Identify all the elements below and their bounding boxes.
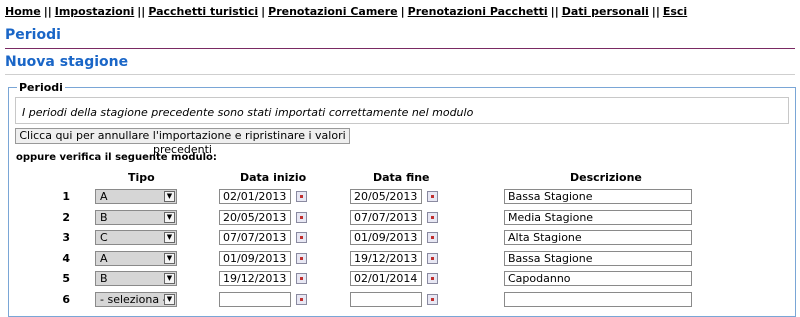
nav-pacchetti-turistici[interactable]: Pacchetti turistici xyxy=(148,5,258,18)
section-title: Nuova stagione xyxy=(5,54,129,70)
fieldset-legend: Periodi xyxy=(17,81,65,94)
nav-dati-personali[interactable]: Dati personali xyxy=(562,5,649,18)
row-number: 1 xyxy=(62,190,70,203)
nav-impostazioni[interactable]: Impostazioni xyxy=(55,5,135,18)
nav-prenotazioni-camere[interactable]: Prenotazioni Camere xyxy=(268,5,397,18)
data-inizio-input[interactable] xyxy=(219,210,291,225)
calendar-icon[interactable] xyxy=(296,273,307,284)
chevron-down-icon: ▼ xyxy=(164,232,175,243)
nav-separator: || xyxy=(137,5,146,18)
calendar-icon[interactable] xyxy=(427,273,438,284)
title-divider xyxy=(5,48,795,49)
tipo-select-value: C xyxy=(100,231,108,244)
row-number: 3 xyxy=(62,231,70,244)
calendar-icon[interactable] xyxy=(296,294,307,305)
column-header-descrizione: Descrizione xyxy=(570,171,642,184)
tipo-select[interactable]: A ▼ xyxy=(95,251,177,266)
tipo-select-value: A xyxy=(100,190,108,203)
data-inizio-input[interactable] xyxy=(219,271,291,286)
calendar-icon[interactable] xyxy=(296,191,307,202)
data-fine-input[interactable] xyxy=(350,292,422,307)
nav-home[interactable]: Home xyxy=(5,5,41,18)
top-navigation: Home || Impostazioni || Pacchetti turistici |… xyxy=(5,5,687,18)
nav-separator: | xyxy=(400,5,405,18)
data-inizio-input[interactable] xyxy=(219,230,291,245)
descrizione-input[interactable] xyxy=(504,271,692,286)
calendar-icon[interactable] xyxy=(427,212,438,223)
tipo-select[interactable]: - seleziona - ▼ xyxy=(95,292,177,307)
chevron-down-icon: ▼ xyxy=(164,294,175,305)
tipo-select-value: B xyxy=(100,211,108,224)
data-inizio-input[interactable] xyxy=(219,251,291,266)
nav-prenotazioni-pacchetti[interactable]: Prenotazioni Pacchetti xyxy=(408,5,548,18)
nav-separator: || xyxy=(43,5,52,18)
calendar-icon[interactable] xyxy=(427,253,438,264)
chevron-down-icon: ▼ xyxy=(164,273,175,284)
data-fine-input[interactable] xyxy=(350,251,422,266)
calendar-icon[interactable] xyxy=(296,253,307,264)
row-number: 5 xyxy=(62,272,70,285)
import-info-message: I periodi della stagione precedente sono… xyxy=(15,97,789,124)
tipo-select-value: - seleziona - xyxy=(100,293,167,306)
descrizione-input[interactable] xyxy=(504,230,692,245)
tipo-select[interactable]: B ▼ xyxy=(95,210,177,225)
chevron-down-icon: ▼ xyxy=(164,253,175,264)
page-title: Periodi xyxy=(5,27,61,43)
calendar-icon[interactable] xyxy=(427,191,438,202)
calendar-icon[interactable] xyxy=(427,294,438,305)
tipo-select[interactable]: C ▼ xyxy=(95,230,177,245)
data-inizio-input[interactable] xyxy=(219,189,291,204)
column-header-tipo: Tipo xyxy=(128,171,155,184)
nav-esci[interactable]: Esci xyxy=(663,5,687,18)
calendar-icon[interactable] xyxy=(296,232,307,243)
nav-separator: | xyxy=(261,5,266,18)
data-inizio-input[interactable] xyxy=(219,292,291,307)
row-number: 2 xyxy=(62,211,70,224)
row-number: 4 xyxy=(62,252,70,265)
verify-label: oppure verifica il seguente modulo: xyxy=(16,152,217,163)
descrizione-input[interactable] xyxy=(504,210,692,225)
calendar-icon[interactable] xyxy=(296,212,307,223)
calendar-icon[interactable] xyxy=(427,232,438,243)
tipo-select-value: B xyxy=(100,272,108,285)
undo-import-button[interactable]: Clicca qui per annullare l'importazione … xyxy=(15,128,350,156)
descrizione-input[interactable] xyxy=(504,292,692,307)
descrizione-input[interactable] xyxy=(504,189,692,204)
tipo-select[interactable]: A ▼ xyxy=(95,189,177,204)
nav-separator: || xyxy=(550,5,559,18)
data-fine-input[interactable] xyxy=(350,210,422,225)
descrizione-input[interactable] xyxy=(504,251,692,266)
chevron-down-icon: ▼ xyxy=(164,191,175,202)
row-number: 6 xyxy=(62,293,70,306)
nav-separator: || xyxy=(651,5,660,18)
data-fine-input[interactable] xyxy=(350,230,422,245)
data-fine-input[interactable] xyxy=(350,189,422,204)
tipo-select-value: A xyxy=(100,252,108,265)
column-header-data-fine: Data fine xyxy=(373,171,430,184)
column-header-data-inizio: Data inizio xyxy=(240,171,307,184)
section-divider xyxy=(5,74,795,75)
tipo-select[interactable]: B ▼ xyxy=(95,271,177,286)
chevron-down-icon: ▼ xyxy=(164,212,175,223)
data-fine-input[interactable] xyxy=(350,271,422,286)
